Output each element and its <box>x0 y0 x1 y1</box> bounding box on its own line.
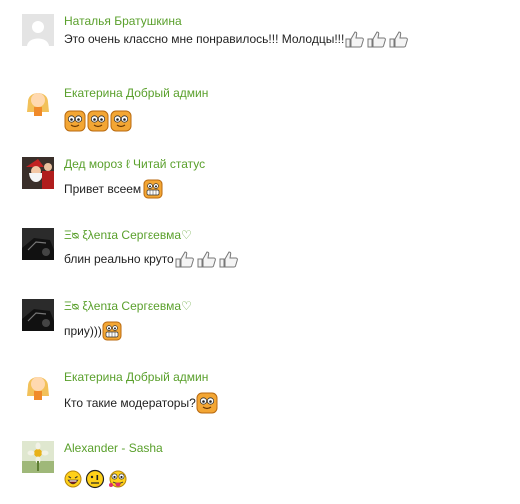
author-name[interactable]: Ξᴓ ξλenɪa Cергεeвмa♡ <box>64 228 192 242</box>
author-name[interactable]: Alexander - Sasha <box>64 441 163 455</box>
thumbs-up-icon <box>366 30 387 48</box>
comment-text: блин реально круто <box>64 252 174 266</box>
comment-text: приу))) <box>64 324 102 338</box>
thumbs-up-icon <box>388 30 409 48</box>
author-name[interactable]: Наталья Братушкина <box>64 14 182 28</box>
comment-text: Кто такие модераторы? <box>64 396 196 410</box>
author-name[interactable]: Дед мороз ℓ Читай статус <box>64 157 205 171</box>
blank-user-avatar[interactable] <box>22 14 54 46</box>
flower-avatar[interactable] <box>22 441 54 473</box>
author-name[interactable]: Ξᴓ ξλenɪa Cергεeвмa♡ <box>64 299 192 313</box>
author-name[interactable]: Екатерина Добрый админ <box>64 86 208 100</box>
tongue-smiley-icon <box>107 469 129 489</box>
orange-face-icon <box>196 392 218 414</box>
blonde-girl-avatar[interactable] <box>22 370 54 402</box>
shocked-smiley-icon <box>85 469 105 489</box>
orange-face-icon <box>87 110 109 132</box>
comment-text: Привет всеем <box>64 182 142 196</box>
author-name[interactable]: Екатерина Добрый админ <box>64 370 208 384</box>
thumbs-up-icon <box>344 30 365 48</box>
dark-car-avatar[interactable] <box>22 228 54 260</box>
orange-face-icon <box>64 110 86 132</box>
dark-car-avatar[interactable] <box>22 299 54 331</box>
orange-face-icon <box>110 110 132 132</box>
thumbs-up-icon <box>196 250 217 268</box>
thumbs-up-icon <box>174 250 195 268</box>
thumbs-up-icon <box>218 250 239 268</box>
santa-avatar[interactable] <box>22 157 54 189</box>
laughing-smiley-icon <box>64 469 82 489</box>
grin-face-icon <box>143 179 163 199</box>
blonde-girl-avatar[interactable] <box>22 86 54 118</box>
grin-face-icon <box>102 321 122 341</box>
comment-text: Это очень классно мне понравилось!!! Мол… <box>64 32 345 46</box>
